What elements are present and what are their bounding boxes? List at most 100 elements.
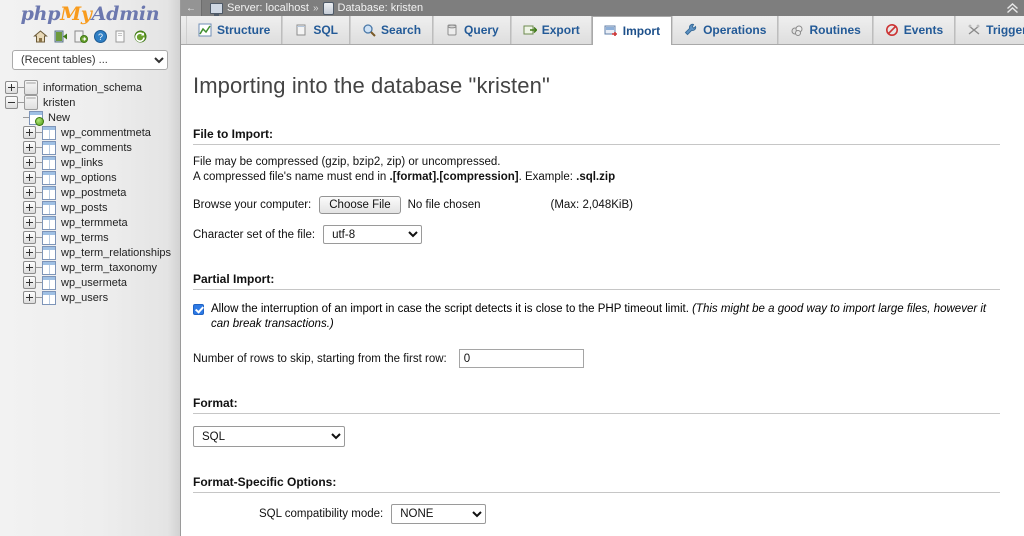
tab-label: Import bbox=[622, 24, 661, 38]
tab-label: Events bbox=[903, 23, 944, 37]
breadcrumb-server[interactable]: Server: localhost bbox=[227, 2, 309, 14]
home-icon[interactable] bbox=[32, 29, 48, 44]
tree-node-label: New bbox=[48, 111, 71, 124]
tree-node-wp_term_relationships[interactable]: wp_term_relationships bbox=[5, 245, 180, 260]
expand-node-icon[interactable] bbox=[23, 156, 36, 169]
tree-node-label: wp_termmeta bbox=[61, 216, 128, 229]
server-icon bbox=[210, 2, 223, 16]
expand-node-icon[interactable] bbox=[23, 171, 36, 184]
tree-node-label: wp_terms bbox=[61, 231, 109, 244]
table-icon bbox=[42, 155, 56, 170]
main-panel: ← Server: localhost » Database: kristen … bbox=[181, 0, 1024, 536]
tree-node-wp_links[interactable]: wp_links bbox=[5, 155, 180, 170]
recent-tables-wrap: (Recent tables) ... bbox=[0, 44, 180, 70]
tab-events[interactable]: Events bbox=[872, 16, 956, 44]
search-icon bbox=[362, 23, 376, 37]
events-icon bbox=[885, 23, 899, 37]
allow-interrupt-checkbox[interactable] bbox=[193, 304, 204, 315]
tree-node-New[interactable]: New bbox=[5, 110, 180, 126]
expand-node-icon[interactable] bbox=[23, 231, 36, 244]
tab-operations[interactable]: Operations bbox=[672, 16, 779, 44]
database-icon bbox=[322, 1, 334, 15]
expand-node-icon[interactable] bbox=[23, 246, 36, 259]
collapse-node-icon[interactable] bbox=[5, 96, 18, 109]
compression-note-line1: File may be compressed (gzip, bzip2, zip… bbox=[193, 156, 501, 168]
docs-icon[interactable] bbox=[73, 29, 88, 44]
tab-query[interactable]: Query bbox=[433, 16, 511, 44]
reload-icon[interactable] bbox=[133, 29, 148, 44]
import-icon bbox=[604, 24, 618, 38]
expand-node-icon[interactable] bbox=[23, 186, 36, 199]
tree-node-wp_postmeta[interactable]: wp_postmeta bbox=[5, 185, 180, 200]
allow-interrupt-label: Allow the interruption of an import in c… bbox=[211, 302, 1000, 332]
note-pre: A compressed file's name must end in bbox=[193, 171, 390, 183]
table-icon bbox=[42, 215, 56, 230]
tab-triggers[interactable]: Triggers bbox=[955, 16, 1024, 44]
routines-icon bbox=[790, 23, 804, 37]
sidebar-nav-icons: ? bbox=[0, 29, 180, 44]
format-select[interactable]: SQL bbox=[193, 426, 345, 447]
choose-file-button[interactable]: Choose File bbox=[319, 196, 401, 214]
format-specific-heading: Format-Specific Options: bbox=[193, 475, 1000, 493]
back-button[interactable]: ← bbox=[181, 0, 202, 16]
table-icon bbox=[42, 290, 56, 305]
database-tree: information_schema kristen New wp_commentme… bbox=[0, 80, 180, 305]
tree-node-label: wp_commentmeta bbox=[61, 126, 151, 139]
expand-node-icon[interactable] bbox=[23, 261, 36, 274]
charset-row: Character set of the file: utf-8 bbox=[193, 225, 1000, 244]
tree-node-wp_termmeta[interactable]: wp_termmeta bbox=[5, 215, 180, 230]
tab-sql[interactable]: SQL bbox=[282, 16, 351, 44]
table-icon bbox=[42, 260, 56, 275]
expand-node-icon[interactable] bbox=[23, 201, 36, 214]
tree-node-label: kristen bbox=[43, 96, 76, 109]
tree-node-wp_comments[interactable]: wp_comments bbox=[5, 140, 180, 155]
help-icon[interactable]: ? bbox=[93, 29, 108, 44]
tree-node-wp_options[interactable]: wp_options bbox=[5, 170, 180, 185]
expand-node-icon[interactable] bbox=[23, 141, 36, 154]
tree-node-kristen[interactable]: kristen bbox=[5, 95, 180, 110]
compat-select[interactable]: NONE bbox=[391, 504, 487, 524]
tab-import[interactable]: Import bbox=[591, 16, 673, 45]
no-file-chosen-text: No file chosen bbox=[407, 199, 481, 211]
recent-tables-select[interactable]: (Recent tables) ... bbox=[12, 50, 168, 70]
phpmyadmin-logo[interactable]: phpMyAdmin bbox=[0, 0, 180, 25]
tree-node-wp_terms[interactable]: wp_terms bbox=[5, 230, 180, 245]
new-table-icon bbox=[29, 110, 44, 126]
tree-node-label: wp_term_taxonomy bbox=[61, 261, 157, 274]
tree-node-label: wp_links bbox=[61, 156, 104, 169]
note-mid: . Example: bbox=[518, 171, 577, 183]
collapse-icon[interactable] bbox=[1002, 0, 1022, 16]
tree-node-wp_term_taxonomy[interactable]: wp_term_taxonomy bbox=[5, 260, 180, 275]
tab-search[interactable]: Search bbox=[350, 16, 434, 44]
tab-label: Triggers bbox=[986, 23, 1024, 37]
tree-node-wp_users[interactable]: wp_users bbox=[5, 290, 180, 305]
expand-node-icon[interactable] bbox=[23, 216, 36, 229]
tree-node-information_schema[interactable]: information_schema bbox=[5, 80, 180, 95]
skip-rows-input[interactable] bbox=[458, 349, 584, 368]
tab-structure[interactable]: Structure bbox=[186, 16, 283, 44]
tab-routines[interactable]: Routines bbox=[778, 16, 873, 44]
skip-rows-row: Number of rows to skip, starting from th… bbox=[193, 349, 1000, 368]
expand-node-icon[interactable] bbox=[23, 291, 36, 304]
svg-text:?: ? bbox=[97, 32, 102, 42]
tree-node-wp_posts[interactable]: wp_posts bbox=[5, 200, 180, 215]
expand-node-icon[interactable] bbox=[5, 81, 18, 94]
expand-node-icon[interactable] bbox=[23, 126, 36, 139]
tree-node-wp_usermeta[interactable]: wp_usermeta bbox=[5, 275, 180, 290]
tree-node-label: wp_comments bbox=[61, 141, 132, 154]
breadcrumb-database[interactable]: Database: kristen bbox=[338, 2, 424, 14]
tree-node-wp_commentmeta[interactable]: wp_commentmeta bbox=[5, 125, 180, 140]
tab-export[interactable]: Export bbox=[510, 16, 592, 44]
expand-node-icon[interactable] bbox=[23, 276, 36, 289]
skip-rows-label: Number of rows to skip, starting from th… bbox=[193, 352, 447, 365]
wrench-icon bbox=[684, 23, 698, 37]
triggers-icon bbox=[967, 23, 981, 37]
logout-icon[interactable] bbox=[53, 29, 68, 44]
charset-label: Character set of the file: bbox=[193, 228, 316, 241]
navigation-sidebar: phpMyAdmin ? (Recent tables) ... informa… bbox=[0, 0, 181, 536]
tab-label: Structure bbox=[217, 23, 271, 37]
charset-select[interactable]: utf-8 bbox=[323, 225, 423, 244]
file-section-description: File may be compressed (gzip, bzip2, zip… bbox=[193, 155, 1000, 185]
tab-label: Routines bbox=[809, 23, 861, 37]
page-icon[interactable] bbox=[113, 29, 128, 44]
